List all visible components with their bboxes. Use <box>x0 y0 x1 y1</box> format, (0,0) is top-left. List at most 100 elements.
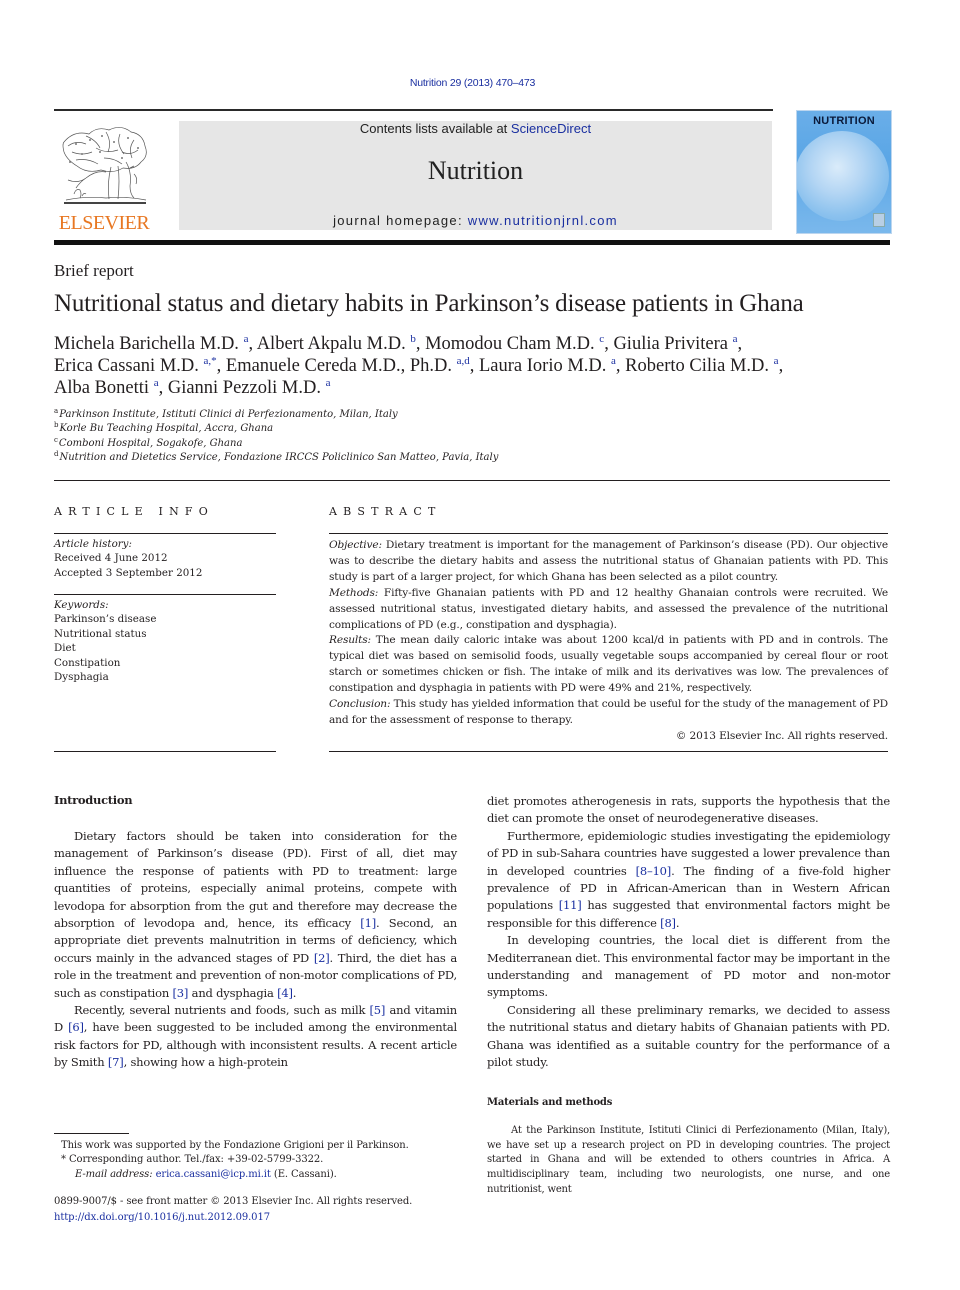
cover-title: NUTRITION <box>813 115 875 127</box>
keywords: Keywords: Parkinson’s disease Nutritiona… <box>54 598 276 684</box>
homepage-prefix: journal homepage: <box>333 213 468 228</box>
affiliation-marker[interactable]: a <box>326 377 331 389</box>
keyword[interactable]: Constipation <box>54 656 276 670</box>
keyword[interactable]: Dysphagia <box>54 670 276 684</box>
citation-link[interactable]: Nutrition 29 (2013) 470–473 <box>410 77 536 89</box>
reference-link[interactable]: [11] <box>559 898 582 912</box>
intro-paragraph: Recently, several nutrients and foods, s… <box>54 1003 457 1070</box>
contents-availability: Contents lists available at ScienceDirec… <box>179 121 772 136</box>
author-name[interactable]: Laura Iorio M.D. <box>479 356 611 376</box>
author-name[interactable]: Albert Akpalu M.D. <box>257 334 411 354</box>
methods-text: At the Parkinson Institute, Istituti Cli… <box>487 1124 890 1198</box>
article-title: Nutritional status and dietary habits in… <box>54 290 804 317</box>
author-name[interactable]: Gianni Pezzoli M.D. <box>168 378 326 398</box>
author-name[interactable]: Giulia Privitera <box>613 334 732 354</box>
affiliation-key: d <box>54 449 59 458</box>
author-name[interactable]: Michela Barichella M.D. <box>54 334 244 354</box>
affiliation-marker[interactable]: a <box>244 333 249 345</box>
received-date: Received 4 June 2012 <box>54 552 168 565</box>
journal-cover-image[interactable]: NUTRITION <box>796 110 892 234</box>
affiliation-marker[interactable]: a <box>154 377 159 389</box>
author-name[interactable]: Roberto Cilia M.D. <box>625 356 774 376</box>
objective-text: Dietary treatment is important for the m… <box>329 539 888 583</box>
reference-link[interactable]: [6] <box>68 1020 84 1034</box>
keyword[interactable]: Parkinson’s disease <box>54 612 276 626</box>
keywords-label: Keywords: <box>54 599 109 611</box>
article-info-bottom-rule <box>54 751 276 752</box>
affiliation-marker[interactable]: a,d <box>457 355 470 367</box>
accepted-date: Accepted 3 September 2012 <box>54 566 203 579</box>
article-history: Article history: Received 4 June 2012 Ac… <box>54 537 276 580</box>
email-label: E-mail address: <box>75 1168 153 1180</box>
footnote-rule <box>54 1133 129 1134</box>
reference-link[interactable]: [1] <box>360 916 376 930</box>
affiliation-marker[interactable]: a <box>611 355 616 367</box>
affiliation-key: a <box>54 407 59 415</box>
affiliation-key: c <box>54 435 58 444</box>
objective-label: Objective: <box>329 539 382 551</box>
article-type: Brief report <box>54 261 134 280</box>
email-link[interactable]: erica.cassani@icp.mi.it <box>156 1169 271 1180</box>
affiliation: aParkinson Institute, Istituti Clinici d… <box>54 407 398 421</box>
introduction-col2: diet promotes atherogenesis in rats, sup… <box>487 793 890 1072</box>
affiliation-marker[interactable]: a <box>733 333 738 345</box>
author-name[interactable]: Emanuele Cereda M.D., Ph.D. <box>226 356 457 376</box>
corresponding-author-note: * Corresponding author. Tel./fax: +39-02… <box>61 1154 324 1166</box>
abstract-heading: ABSTRACT <box>329 505 442 518</box>
reference-link[interactable]: [4] <box>277 986 293 1000</box>
abstract-rule <box>329 533 888 534</box>
introduction-heading: Introduction <box>54 793 133 807</box>
author-name[interactable]: Momodou Cham M.D. <box>425 334 599 354</box>
header-bottom-rule <box>54 240 890 245</box>
reference-link[interactable]: [8–10] <box>636 864 672 878</box>
affiliation-marker[interactable]: c <box>599 333 604 345</box>
journal-header-box: Contents lists available at ScienceDirec… <box>179 121 772 230</box>
reference-link[interactable]: [8] <box>660 916 676 930</box>
keyword[interactable]: Nutritional status <box>54 627 276 641</box>
introduction-col1: Dietary factors should be taken into con… <box>54 828 457 1072</box>
methods-label: Methods: <box>329 586 379 599</box>
funding-note: This work was supported by the Fondazion… <box>61 1140 409 1151</box>
email-suffix: (E. Cassani). <box>270 1168 337 1180</box>
affiliation-marker[interactable]: a <box>774 355 779 367</box>
results-text: The mean daily caloric intake was about … <box>329 634 888 695</box>
keywords-rule <box>54 594 276 595</box>
abstract-bottom-rule <box>329 751 888 752</box>
affiliation-marker[interactable]: b <box>410 333 416 345</box>
intro-paragraph: Dietary factors should be taken into con… <box>54 829 457 1000</box>
affiliation-key: b <box>54 421 59 430</box>
journal-citation[interactable]: Nutrition 29 (2013) 470–473 <box>0 77 945 89</box>
conclusion-text: This study has yielded information that … <box>329 698 888 726</box>
author-name[interactable]: Erica Cassani M.D. <box>54 356 204 376</box>
issn-line: 0899-9007/$ - see front matter © 2013 El… <box>54 1196 413 1207</box>
doi-link[interactable]: http://dx.doi.org/10.1016/j.nut.2012.09.… <box>54 1210 474 1226</box>
intro-paragraph-continued: diet promotes atherogenesis in rats, sup… <box>487 794 890 826</box>
reference-link[interactable]: [5] <box>370 1003 386 1017</box>
journal-name: Nutrition <box>427 156 524 185</box>
results-label: Results: <box>329 634 371 647</box>
email-note: E-mail address: erica.cassani@icp.mi.it … <box>54 1168 474 1182</box>
abstract-copyright: © 2013 Elsevier Inc. All rights reserved… <box>675 729 888 742</box>
footnotes: This work was supported by the Fondazion… <box>54 1139 474 1182</box>
globe-icon <box>797 131 889 221</box>
reference-link[interactable]: [7] <box>108 1055 124 1069</box>
sciencedirect-link[interactable]: ScienceDirect <box>511 121 591 136</box>
front-matter: 0899-9007/$ - see front matter © 2013 El… <box>54 1194 474 1225</box>
contents-prefix: Contents lists available at <box>359 121 511 136</box>
affiliations: aParkinson Institute, Istituti Clinici d… <box>54 408 754 465</box>
reference-link[interactable]: [3] <box>173 986 189 1000</box>
homepage-link[interactable]: www.nutritionjrnl.com <box>468 213 618 228</box>
affiliation-marker[interactable]: a,* <box>204 355 217 367</box>
elsevier-wordmark: ELSEVIER <box>58 212 150 234</box>
keyword[interactable]: Diet <box>54 641 276 655</box>
reference-link[interactable]: [2] <box>314 951 330 965</box>
cover-publisher-icon <box>873 213 885 227</box>
author-name[interactable]: Alba Bonetti <box>54 378 154 398</box>
article-info-rule <box>54 533 276 534</box>
methods-text: Fifty-five Ghanaian patients with PD and… <box>329 586 888 631</box>
elsevier-logo[interactable]: ELSEVIER <box>52 120 156 234</box>
header-top-rule <box>54 109 773 111</box>
journal-homepage: journal homepage: www.nutritionjrnl.com <box>179 213 772 228</box>
methods-paragraph: At the Parkinson Institute, Istituti Cli… <box>487 1125 890 1195</box>
history-label: Article history: <box>54 538 132 550</box>
